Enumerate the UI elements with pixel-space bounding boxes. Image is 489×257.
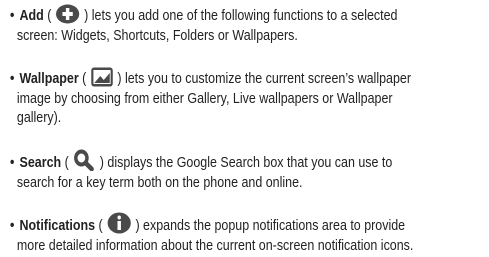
wallpaper-icon — [91, 67, 113, 87]
description-line: search for a key term both on the phone … — [16, 174, 303, 191]
description-line: screen: Widgets, Shortcuts, Folders or W… — [16, 27, 298, 44]
description-line: ) expands the popup notifications area t… — [135, 218, 406, 234]
bullet: • — [10, 8, 15, 24]
open-paren: ( — [82, 71, 87, 87]
description-line: more detailed information about the curr… — [16, 237, 414, 254]
description-line: image by choosing from either Gallery, L… — [16, 90, 393, 107]
search-icon — [73, 149, 95, 171]
description-line: gallery). — [16, 110, 62, 126]
bullet: • — [10, 71, 15, 87]
description-line: ) displays the Google Search box that yo… — [99, 155, 393, 171]
term-add: Add — [19, 8, 44, 24]
term-wallpaper: Wallpaper — [19, 71, 79, 87]
list-item-wallpaper: • Wallpaper ( ) lets you to customize th… — [10, 67, 489, 129]
description-line: ) lets you add one of the following func… — [84, 8, 398, 24]
description-line: ) lets you to customize the current scre… — [117, 71, 411, 87]
bullet: • — [10, 218, 15, 234]
open-paren: ( — [64, 155, 69, 171]
open-paren: ( — [98, 218, 103, 234]
document-page: • Add ( ) lets you add one of the follow… — [0, 0, 489, 257]
notifications-icon — [107, 212, 131, 234]
term-notifications: Notifications — [19, 218, 96, 234]
list-item-add: • Add ( ) lets you add one of the follow… — [10, 4, 489, 46]
open-paren: ( — [47, 8, 52, 24]
term-search: Search — [19, 155, 62, 171]
list-item-notifications: • Notifications ( ) expands the popup no… — [10, 212, 489, 256]
bullet: • — [10, 155, 15, 171]
list-item-search: • Search ( ) displays the Google Search … — [10, 149, 489, 193]
plus-circle-icon — [56, 4, 80, 24]
